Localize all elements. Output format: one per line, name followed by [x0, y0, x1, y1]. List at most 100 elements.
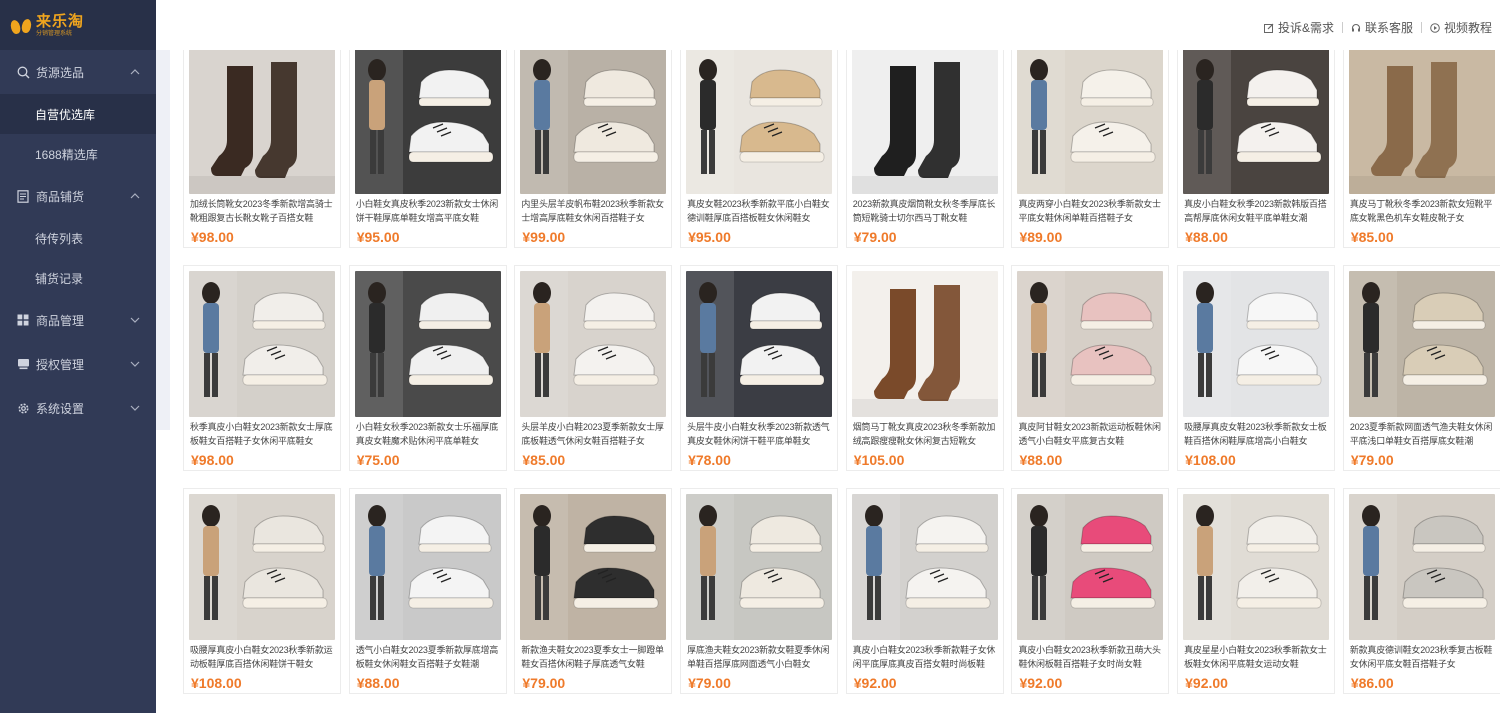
product-card[interactable]: 2023新款真皮烟筒靴女秋冬季厚底长筒短靴骑士切尔西马丁靴女鞋 ¥79.00: [845, 50, 1004, 248]
product-price: ¥88.00: [1019, 452, 1063, 468]
product-image: [354, 50, 501, 194]
product-title[interactable]: 加绒长筒靴女2023冬季新款增高骑士靴粗跟复古长靴女靴子百搭女鞋: [189, 197, 335, 225]
product-title[interactable]: 厚底渔夫鞋女2023新款女鞋夏季休闲单鞋百搭厚底网面透气小白鞋女: [686, 643, 832, 671]
product-title[interactable]: 小白鞋女真皮秋季2023新款女士休闲饼干鞋厚底单鞋女增高平底女鞋: [355, 197, 501, 225]
product-title[interactable]: 真皮女鞋2023秋季新款平底小白鞋女德训鞋厚底百搭板鞋女休闲鞋女: [686, 197, 832, 225]
product-thumbnail[interactable]: [851, 494, 998, 640]
product-title[interactable]: 2023夏季新款网面透气渔夫鞋女休闲平底浅口单鞋女百搭厚底女鞋潮: [1349, 420, 1495, 448]
product-card[interactable]: 真皮两穿小白鞋女2023秋季新款女士平底女鞋休闲单鞋百搭鞋子女 ¥89.00: [1011, 50, 1170, 248]
sidebar-group-1[interactable]: 商品铺货: [0, 174, 156, 218]
sidebar-subitem-0-1[interactable]: 1688精选库: [0, 134, 156, 174]
product-title[interactable]: 真皮小白鞋女秋季2023新款韩版百搭高帮厚底休闲女鞋平底单鞋女潮: [1183, 197, 1329, 225]
product-card[interactable]: 透气小白鞋女2023夏季新款厚底增高板鞋女休闲鞋女百搭鞋子女鞋潮 ¥88.00: [348, 488, 507, 694]
product-card[interactable]: 新款真皮德训鞋女2023秋季复古板鞋女休闲平底女鞋百搭鞋子女 ¥86.00: [1342, 488, 1500, 694]
product-title[interactable]: 真皮星星小白鞋女2023秋季新款女士板鞋女休闲平底鞋女运动女鞋: [1183, 643, 1329, 671]
sidebar-subitem-1-1[interactable]: 铺货记录: [0, 258, 156, 298]
product-title[interactable]: 内里头层羊皮帆布鞋2023秋季新款女士增高厚底鞋女休闲百搭鞋子女: [520, 197, 666, 225]
sidebar-group-0[interactable]: 货源选品: [0, 50, 156, 94]
headset-icon: [1351, 23, 1361, 31]
product-content: 加绒长筒靴女2023冬季新款增高骑士靴粗跟复古长靴女靴子百搭女鞋 ¥98.00 小白…: [156, 50, 1500, 713]
product-card[interactable]: 小白鞋女秋季2023新款女士乐福厚底真皮女鞋魔术贴休闲平底单鞋女 ¥75.00: [348, 265, 507, 471]
product-card[interactable]: 秋季真皮小白鞋女2023新款女士厚底板鞋女百搭鞋子女休闲平底鞋女 ¥98.00: [183, 265, 341, 471]
product-thumbnail[interactable]: [354, 50, 501, 194]
product-title[interactable]: 头层羊皮小白鞋2023夏季新款女士厚底板鞋透气休闲女鞋百搭鞋子女: [520, 420, 666, 448]
product-price: ¥98.00: [191, 229, 234, 245]
product-card[interactable]: 头层羊皮小白鞋2023夏季新款女士厚底板鞋透气休闲女鞋百搭鞋子女 ¥85.00: [514, 265, 673, 471]
product-thumbnail[interactable]: [520, 494, 667, 640]
product-image: [1348, 271, 1495, 417]
product-thumbnail[interactable]: [851, 271, 998, 417]
product-image: [189, 271, 335, 417]
product-thumbnail[interactable]: [1183, 494, 1330, 640]
product-card[interactable]: 真皮女鞋2023秋季新款平底小白鞋女德训鞋厚底百搭板鞋女休闲鞋女 ¥95.00: [680, 50, 839, 248]
product-title[interactable]: 真皮阿甘鞋女2023新款运动板鞋休闲透气小白鞋女平底复古女鞋: [1017, 420, 1163, 448]
product-card[interactable]: 真皮马丁靴秋冬季2023新款女短靴平底女靴黑色机车女鞋皮靴子女 ¥85.00: [1342, 50, 1500, 248]
product-card[interactable]: 真皮小白鞋女秋季2023新款韩版百搭高帮厚底休闲女鞋平底单鞋女潮 ¥88.00: [1177, 50, 1336, 248]
product-title[interactable]: 透气小白鞋女2023夏季新款厚底增高板鞋女休闲鞋女百搭鞋子女鞋潮: [355, 643, 501, 671]
product-title[interactable]: 小白鞋女秋季2023新款女士乐福厚底真皮女鞋魔术贴休闲平底单鞋女: [355, 420, 501, 448]
product-card[interactable]: 吸腰厚真皮女鞋2023秋季新款女士板鞋百搭休闲鞋厚底增高小白鞋女 ¥108.00: [1177, 265, 1336, 471]
complaint-link[interactable]: 投诉&需求: [1263, 19, 1334, 36]
product-card[interactable]: 真皮小白鞋女2023秋季新款丑萌大头鞋休闲板鞋百搭鞋子女时尚女鞋 ¥92.00: [1011, 488, 1170, 694]
customer-service-label: 联系客服: [1364, 21, 1413, 35]
product-thumbnail[interactable]: [520, 50, 667, 194]
product-card[interactable]: 新款渔夫鞋女2023夏季女士一脚蹬单鞋女百搭休闲鞋子厚底透气女鞋 ¥79.00: [514, 488, 673, 694]
product-thumbnail[interactable]: [1348, 50, 1495, 194]
product-thumbnail[interactable]: [189, 50, 335, 194]
brand-logo[interactable]: 来乐淘 分销管理系统: [0, 0, 156, 50]
product-title[interactable]: 吸腰厚真皮女鞋2023秋季新款女士板鞋百搭休闲鞋厚底增高小白鞋女: [1183, 420, 1329, 448]
product-title[interactable]: 真皮两穿小白鞋女2023秋季新款女士平底女鞋休闲单鞋百搭鞋子女: [1017, 197, 1163, 225]
sidebar-subitem-0-0[interactable]: 自营优选库: [0, 94, 156, 134]
video-tutorial-link[interactable]: 视频教程: [1430, 19, 1492, 36]
product-price: ¥92.00: [1019, 675, 1063, 691]
sidebar-group-2[interactable]: 商品管理: [0, 298, 156, 342]
product-thumbnail[interactable]: [1017, 271, 1164, 417]
product-thumbnail[interactable]: [1348, 494, 1495, 640]
product-title[interactable]: 吸腰厚真皮小白鞋女2023秋季新款运动板鞋厚底百搭休闲鞋饼干鞋女: [189, 643, 335, 671]
product-title[interactable]: 2023新款真皮烟筒靴女秋冬季厚底长筒短靴骑士切尔西马丁靴女鞋: [852, 197, 998, 225]
product-price: ¥75.00: [356, 452, 400, 468]
product-card[interactable]: 吸腰厚真皮小白鞋女2023秋季新款运动板鞋厚底百搭休闲鞋饼干鞋女 ¥108.00: [183, 488, 341, 694]
product-title[interactable]: 新款真皮德训鞋女2023秋季复古板鞋女休闲平底女鞋百搭鞋子女: [1349, 643, 1495, 671]
product-thumbnail[interactable]: [354, 271, 501, 417]
product-thumbnail[interactable]: [686, 271, 833, 417]
product-image: [189, 494, 335, 640]
product-card[interactable]: 厚底渔夫鞋女2023新款女鞋夏季休闲单鞋百搭厚底网面透气小白鞋女 ¥79.00: [680, 488, 839, 694]
customer-service-link[interactable]: 联系客服: [1351, 19, 1413, 36]
sidebar-group-4[interactable]: 系统设置: [0, 386, 156, 430]
product-thumbnail[interactable]: [1017, 494, 1164, 640]
product-card[interactable]: 2023夏季新款网面透气渔夫鞋女休闲平底浅口单鞋女百搭厚底女鞋潮 ¥79.00: [1342, 265, 1500, 471]
product-thumbnail[interactable]: [686, 50, 833, 194]
product-thumbnail[interactable]: [189, 271, 335, 417]
product-card[interactable]: 真皮小白鞋女2023秋季新款鞋子女休闲平底厚底真皮百搭女鞋时尚板鞋 ¥92.00: [845, 488, 1004, 694]
product-card[interactable]: 真皮阿甘鞋女2023新款运动板鞋休闲透气小白鞋女平底复古女鞋 ¥88.00: [1011, 265, 1170, 471]
product-card[interactable]: 内里头层羊皮帆布鞋2023秋季新款女士增高厚底鞋女休闲百搭鞋子女 ¥99.00: [514, 50, 673, 248]
product-thumbnail[interactable]: [1348, 271, 1495, 417]
product-title[interactable]: 秋季真皮小白鞋女2023新款女士厚底板鞋女百搭鞋子女休闲平底鞋女: [189, 420, 335, 448]
product-thumbnail[interactable]: [1183, 271, 1330, 417]
product-thumbnail[interactable]: [1017, 50, 1164, 194]
product-card[interactable]: 小白鞋女真皮秋季2023新款女士休闲饼干鞋厚底单鞋女增高平底女鞋 ¥95.00: [348, 50, 507, 248]
product-image: [1183, 494, 1330, 640]
product-title[interactable]: 新款渔夫鞋女2023夏季女士一脚蹬单鞋女百搭休闲鞋子厚底透气女鞋: [520, 643, 666, 671]
product-thumbnail[interactable]: [686, 494, 833, 640]
product-card[interactable]: 真皮星星小白鞋女2023秋季新款女士板鞋女休闲平底鞋女运动女鞋 ¥92.00: [1177, 488, 1336, 694]
product-title[interactable]: 头层牛皮小白鞋女秋季2023新款透气真皮女鞋休闲饼干鞋平底单鞋女: [686, 420, 832, 448]
play-icon: [1430, 22, 1440, 33]
product-thumbnail[interactable]: [851, 50, 998, 194]
header-links: 投诉&需求 联系客服 视频教程: [1263, 19, 1492, 36]
sidebar-group-3[interactable]: 授权管理: [0, 342, 156, 386]
product-title[interactable]: 真皮小白鞋女2023秋季新款丑萌大头鞋休闲板鞋百搭鞋子女时尚女鞋: [1017, 643, 1163, 671]
product-card[interactable]: 烟筒马丁靴女真皮2023秋冬季新款加绒高跟瘦瘦靴女休闲复古短靴女 ¥105.00: [845, 265, 1004, 471]
product-thumbnail[interactable]: [1183, 50, 1330, 194]
product-card[interactable]: 头层牛皮小白鞋女秋季2023新款透气真皮女鞋休闲饼干鞋平底单鞋女 ¥78.00: [680, 265, 839, 471]
product-title[interactable]: 真皮小白鞋女2023秋季新款鞋子女休闲平底厚底真皮百搭女鞋时尚板鞋: [852, 643, 998, 671]
product-thumbnail[interactable]: [189, 494, 335, 640]
product-title[interactable]: 真皮马丁靴秋冬季2023新款女短靴平底女靴黑色机车女鞋皮靴子女: [1349, 197, 1495, 225]
sidebar-subitem-1-0[interactable]: 待传列表: [0, 218, 156, 258]
product-thumbnail[interactable]: [520, 271, 667, 417]
product-title[interactable]: 烟筒马丁靴女真皮2023秋冬季新款加绒高跟瘦瘦靴女休闲复古短靴女: [852, 420, 998, 448]
product-card[interactable]: 加绒长筒靴女2023冬季新款增高骑士靴粗跟复古长靴女靴子百搭女鞋 ¥98.00: [183, 50, 341, 248]
product-thumbnail[interactable]: [354, 494, 501, 640]
product-price: ¥79.00: [853, 229, 897, 245]
